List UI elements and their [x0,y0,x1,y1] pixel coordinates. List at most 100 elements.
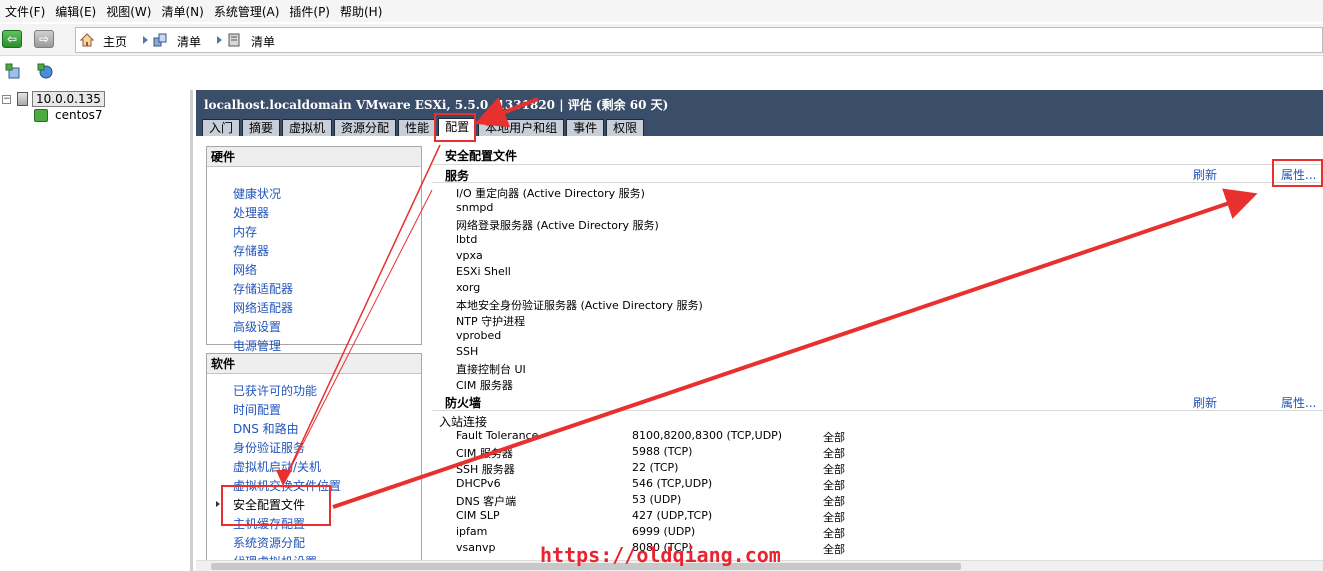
sw-time-configuration[interactable]: 时间配置 [233,401,281,418]
chevron-right-icon [217,36,222,44]
menu-edit[interactable]: 编辑(E) [50,3,101,20]
tab-performance[interactable]: 性能 [398,119,437,136]
divider [432,182,1323,183]
service-item: snmpd [456,201,494,214]
tab-summary[interactable]: 摘要 [242,119,281,136]
menu-bar: 文件(F) 编辑(E) 视图(W) 清单(N) 系统管理(A) 插件(P) 帮助… [0,0,1323,22]
sw-licensed-features[interactable]: 已获许可的功能 [233,382,317,399]
divider [432,410,1323,411]
fw-rule-name: CIM SLP [456,509,500,522]
services-refresh-link[interactable]: 刷新 [1193,166,1217,183]
breadcrumb-inventory-2[interactable]: 清单 [251,33,275,50]
selected-arrow-icon [216,501,220,507]
menu-administration[interactable]: 系统管理(A) [209,3,285,20]
fw-rule-scope: 全部 [823,463,845,476]
watermark: https://oldqiang.com [540,543,781,567]
menu-view[interactable]: 视图(W) [101,3,156,20]
fw-rule-name: DHCPv6 [456,477,501,490]
fw-rule-name: vsanvp [456,541,496,554]
hw-advanced-settings[interactable]: 高级设置 [233,318,281,335]
tab-events[interactable]: 事件 [566,119,605,136]
fw-rule-scope: 全部 [823,527,845,540]
back-arrow-icon[interactable]: ⇦ [2,30,22,48]
breadcrumb-inventory-1[interactable]: 清单 [177,33,201,50]
hardware-panel: 硬件 健康状况 处理器 内存 存储器 网络 存储适配器 网络适配器 高级设置 电… [206,146,422,353]
host-header: localhost.localdomain VMware ESXi, 5.5.0… [196,90,1323,136]
hw-processors[interactable]: 处理器 [233,204,269,221]
chevron-right-icon [143,36,148,44]
tab-virtual-machines[interactable]: 虚拟机 [282,119,333,136]
tab-permissions[interactable]: 权限 [606,119,645,136]
menu-inventory[interactable]: 清单(N) [156,3,208,20]
new-vm-icon[interactable] [5,63,21,79]
inventory-icon [153,33,167,47]
software-title: 软件 [207,354,421,374]
menu-help[interactable]: 帮助(H) [335,3,387,20]
fw-rule-ports: 427 (UDP,TCP) [632,509,713,522]
sw-system-resource-allocation[interactable]: 系统资源分配 [233,534,305,551]
fw-rule-scope: 全部 [823,447,845,460]
hw-memory[interactable]: 内存 [233,223,257,240]
tab-local-users-groups[interactable]: 本地用户和组 [478,119,565,136]
service-item: I/O 重定向器 (Active Directory 服务) [456,187,645,200]
hw-network-adapters[interactable]: 网络适配器 [233,299,293,316]
vm-icon [34,109,48,122]
navigation-bar: ⇦ ⇨ 主页 清单 清单 [0,24,1323,56]
forward-arrow-icon[interactable]: ⇨ [34,30,54,48]
hw-storage-adapters[interactable]: 存储适配器 [233,280,293,297]
fw-rule-scope: 全部 [823,495,845,508]
firewall-refresh-link[interactable]: 刷新 [1193,394,1217,411]
tab-resource-allocation[interactable]: 资源分配 [334,119,397,136]
fw-rule-ports: 6999 (UDP) [632,525,696,538]
add-host-icon[interactable] [37,63,53,79]
fw-rule-name: ipfam [456,525,488,538]
service-item: 直接控制台 UI [456,363,526,376]
vsphere-client-window: 文件(F) 编辑(E) 视图(W) 清单(N) 系统管理(A) 插件(P) 帮助… [0,0,1323,571]
divider [432,164,1323,165]
host-title: localhost.localdomain VMware ESXi, 5.5.0… [204,98,669,112]
sw-authentication-services[interactable]: 身份验证服务 [233,439,305,456]
menu-file[interactable]: 文件(F) [0,3,50,20]
host-icon [228,33,240,47]
fw-rule-name: DNS 客户端 [456,495,517,508]
fw-rule-name: CIM 服务器 [456,447,513,460]
security-profile-title: 安全配置文件 [445,149,518,163]
software-panel: 软件 已获许可的功能 时间配置 DNS 和路由 身份验证服务 虚拟机启动/关机 … [206,353,422,571]
annotation-highlight-config-tab [434,113,476,142]
fw-rule-scope: 全部 [823,511,845,524]
fw-rule-ports: 546 (TCP,UDP) [632,477,713,490]
hw-health-status[interactable]: 健康状况 [233,185,281,202]
firewall-properties-link[interactable]: 属性... [1281,394,1316,411]
tab-bar: 入门 摘要 虚拟机 资源分配 性能 配置 本地用户和组 事件 权限 [202,118,646,136]
service-item: SSH [456,345,479,358]
service-item: vprobed [456,329,502,342]
fw-rule-ports: 8100,8200,8300 (TCP,UDP) [632,429,783,442]
sw-vm-startup-shutdown[interactable]: 虚拟机启动/关机 [233,458,321,475]
fw-rule-scope: 全部 [823,431,845,444]
home-icon [80,33,94,47]
service-item: xorg [456,281,481,294]
service-item: 本地安全身份验证服务器 (Active Directory 服务) [456,299,703,312]
service-item: 网络登录服务器 (Active Directory 服务) [456,219,659,232]
sw-dns-routing[interactable]: DNS 和路由 [233,420,299,437]
breadcrumb: 主页 清单 清单 [75,27,1323,53]
breadcrumb-home[interactable]: 主页 [103,33,127,50]
fw-rule-ports: 22 (TCP) [632,461,679,474]
fw-rule-name: SSH 服务器 [456,463,515,476]
menu-plugins[interactable]: 插件(P) [284,3,335,20]
service-item: NTP 守护进程 [456,315,526,328]
service-item: ESXi Shell [456,265,511,278]
collapse-toggle-icon[interactable]: − [2,95,11,104]
tree-host-node[interactable]: 10.0.0.135 [32,91,105,107]
tree-vm-node[interactable]: centos7 [55,108,103,122]
configuration-content: 硬件 健康状况 处理器 内存 存储器 网络 存储适配器 网络适配器 高级设置 电… [196,136,1323,571]
hw-power-management[interactable]: 电源管理 [233,337,281,354]
fw-rule-ports: 5988 (TCP) [632,445,693,458]
annotation-highlight-properties [1272,159,1323,187]
annotation-highlight-security-profile [221,485,331,526]
hardware-title: 硬件 [207,147,421,167]
hw-storage[interactable]: 存储器 [233,242,269,259]
hw-networking[interactable]: 网络 [233,261,257,278]
tab-getting-started[interactable]: 入门 [202,119,241,136]
inventory-tree [0,90,193,571]
